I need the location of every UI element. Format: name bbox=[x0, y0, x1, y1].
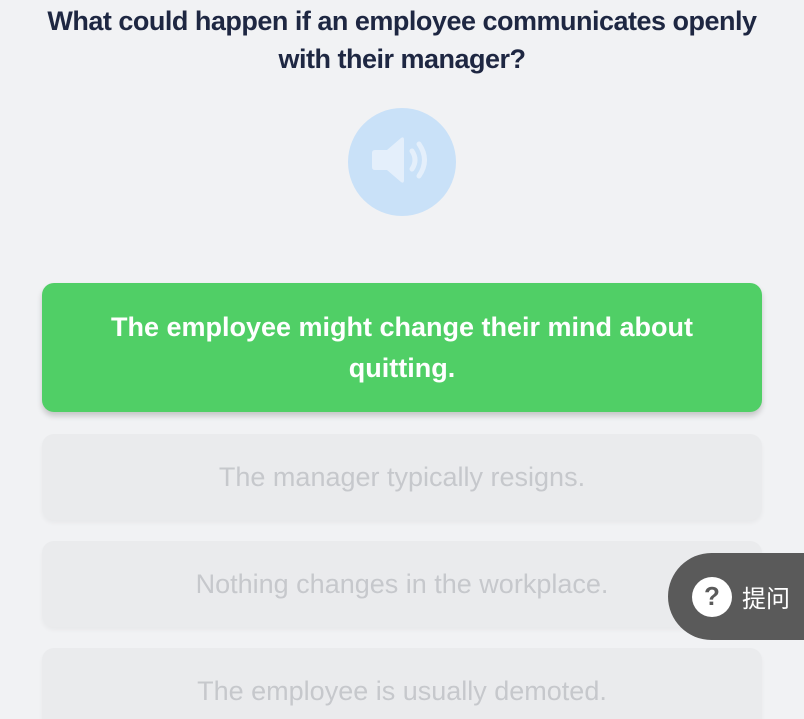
answer-option-correct[interactable]: The employee might change their mind abo… bbox=[42, 283, 762, 412]
answer-option-label: The employee is usually demoted. bbox=[197, 675, 607, 706]
answer-option-label: The manager typically resigns. bbox=[218, 461, 586, 492]
answer-option[interactable]: The employee is usually demoted. bbox=[42, 648, 762, 719]
question-mark-icon: ? bbox=[692, 576, 732, 617]
speaker-icon bbox=[371, 133, 433, 192]
ask-question-label: 提问 bbox=[742, 585, 790, 613]
ask-question-button[interactable]: ? 提问 bbox=[668, 553, 804, 640]
answer-option[interactable]: Nothing changes in the workplace. bbox=[42, 541, 762, 627]
audio-play-button[interactable] bbox=[348, 108, 456, 216]
answer-option-label: The employee might change their mind abo… bbox=[110, 311, 694, 383]
answer-option[interactable]: The manager typically resigns. bbox=[42, 434, 762, 520]
quiz-screen: What could happen if an employee communi… bbox=[0, 0, 804, 719]
answer-option-label: Nothing changes in the workplace. bbox=[195, 568, 609, 599]
question-text: What could happen if an employee communi… bbox=[47, 6, 757, 74]
